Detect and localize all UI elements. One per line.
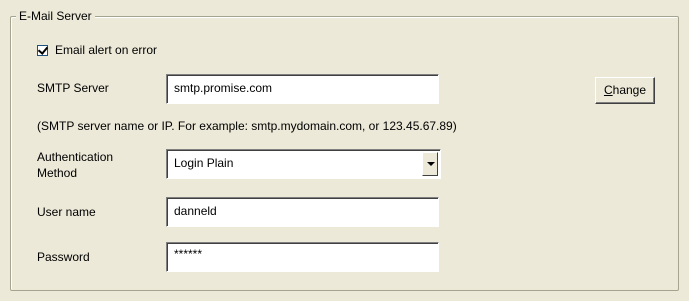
smtp-server-input[interactable]: smtp.promise.com xyxy=(166,74,439,104)
password-label: Password xyxy=(37,250,90,264)
auth-method-selected: Login Plain xyxy=(174,156,234,170)
change-button-label: hange xyxy=(612,83,647,97)
auth-method-label-line1: Authentication xyxy=(37,150,114,164)
email-alert-checkbox[interactable] xyxy=(37,44,48,56)
username-label: User name xyxy=(37,205,96,219)
auth-method-label-line2: Method xyxy=(37,166,78,180)
auth-method-select[interactable]: Login Plain xyxy=(166,149,441,179)
password-input[interactable]: ****** xyxy=(166,242,439,272)
group-title: E-Mail Server xyxy=(16,9,95,23)
change-button[interactable]: Change xyxy=(595,77,655,104)
smtp-server-label: SMTP Server xyxy=(37,81,109,95)
chevron-down-icon[interactable] xyxy=(422,152,438,176)
change-button-mnemonic: C xyxy=(603,83,613,97)
smtp-hint-text: (SMTP server name or IP. For example: sm… xyxy=(37,119,457,133)
username-input[interactable]: danneld xyxy=(166,197,439,227)
email-alert-label: Email alert on error xyxy=(55,43,158,57)
email-alert-row[interactable]: Email alert on error xyxy=(37,43,157,57)
